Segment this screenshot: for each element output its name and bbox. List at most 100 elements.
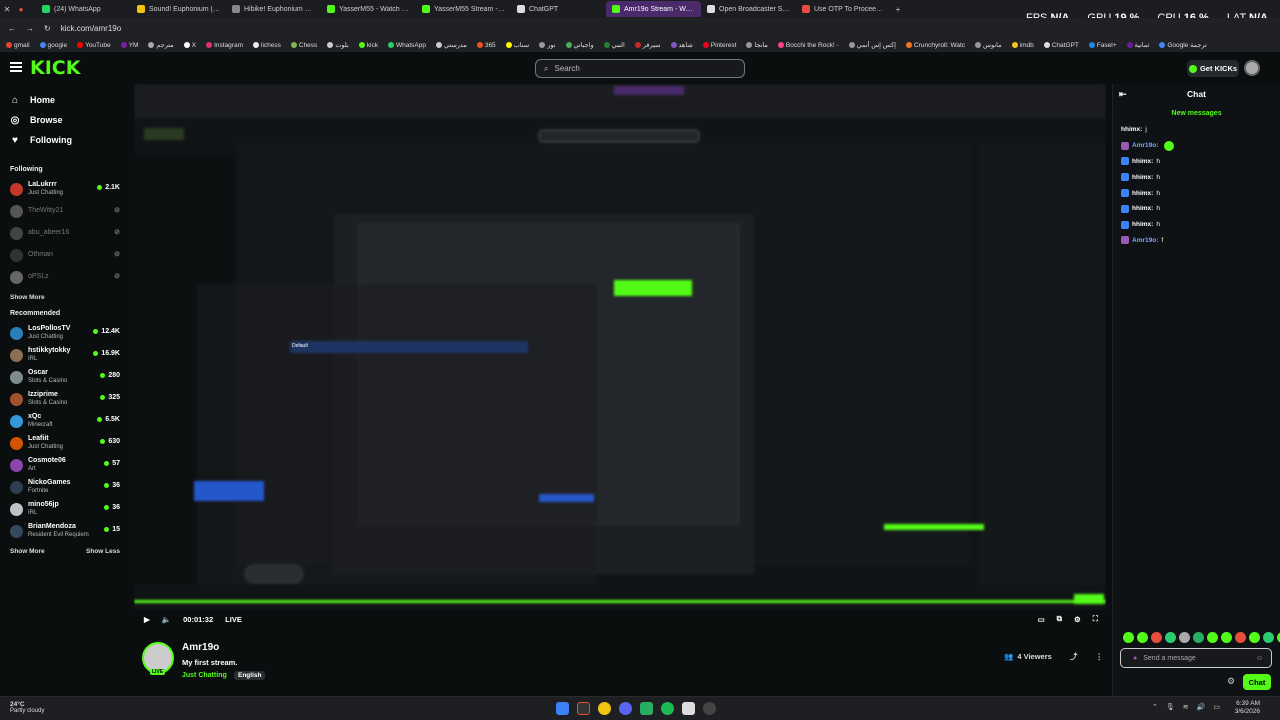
channel-item[interactable]: Oscar Slots & Casino 280 <box>0 366 128 388</box>
collapse-chat-icon[interactable]: ⇤ <box>1119 89 1127 100</box>
browser-tab[interactable]: YasserM55 - Watch the V <box>321 1 416 17</box>
tray-arrow-icon[interactable]: ⌃ <box>1152 703 1158 711</box>
bookmark-item[interactable]: Chess <box>290 42 317 49</box>
emote-icon[interactable] <box>1165 632 1176 643</box>
stream-category[interactable]: Just Chatting <box>182 672 227 679</box>
bookmark-item[interactable]: google <box>39 42 67 49</box>
system-clock[interactable]: 6:39 AM 3/6/2026 <box>1235 700 1260 716</box>
channel-item[interactable]: oPSLz ⊘ <box>0 266 128 288</box>
browser-tab[interactable]: YasserM55 Stream - Watc <box>416 1 511 17</box>
fullscreen-icon[interactable]: ⛶ <box>1093 614 1098 624</box>
sidebar-nav-home[interactable]: ⌂ Home <box>0 90 128 110</box>
mic-tray-icon[interactable]: 🎙 <box>1166 703 1175 711</box>
bookmark-item[interactable]: مانجا <box>746 41 768 49</box>
language-tag[interactable]: English <box>234 671 266 680</box>
channel-item[interactable]: Othman ⊘ <box>0 244 128 266</box>
channel-item[interactable]: hstikkytokky IRL 16.9K <box>0 344 128 366</box>
theater-mode-icon[interactable]: ▭ <box>1038 615 1045 624</box>
user-avatar[interactable] <box>1244 60 1260 76</box>
emote-icon[interactable] <box>1249 632 1260 643</box>
battery-icon[interactable]: ▭ <box>1213 703 1220 711</box>
bookmark-item[interactable]: بلوت <box>327 41 349 49</box>
url-field[interactable]: kick.com/amr19o <box>61 24 121 33</box>
bookmark-item[interactable]: واجباتي <box>565 41 594 49</box>
channel-item[interactable]: TheWitty21 ⊘ <box>0 200 128 222</box>
store-icon[interactable] <box>682 702 695 715</box>
chat-send-button[interactable]: Chat <box>1243 674 1271 690</box>
bookmark-item[interactable]: نور <box>539 41 556 49</box>
chat-username[interactable]: hhimx: <box>1132 221 1153 228</box>
show-more-recommended[interactable]: Show More <box>0 542 45 560</box>
play-icon[interactable]: ▶ <box>144 615 150 624</box>
emote-icon[interactable] <box>1193 632 1204 643</box>
bookmark-item[interactable]: gmail <box>6 42 30 49</box>
share-icon[interactable]: ⤴ <box>1070 651 1078 662</box>
search-input[interactable]: ⌕ Search <box>535 59 745 78</box>
sidebar-nav-browse[interactable]: ◎ Browse <box>0 110 128 130</box>
channel-item[interactable]: NickoGames Fortnite 36 <box>0 476 128 498</box>
new-tab-button[interactable]: + <box>891 0 905 18</box>
emote-icon[interactable] <box>1123 632 1134 643</box>
chat-username[interactable]: hhimx: <box>1132 205 1153 212</box>
reload-icon[interactable]: ↻ <box>44 24 51 33</box>
bookmark-item[interactable]: النبي <box>603 41 625 49</box>
streamer-name[interactable]: Amr19o <box>182 642 219 653</box>
new-messages-banner[interactable]: New messages <box>1113 110 1280 120</box>
browser-tab[interactable]: Amr19o Stream - Watch L <box>606 1 701 17</box>
channel-item[interactable]: Izziprime Slots & Casino 325 <box>0 388 128 410</box>
bookmark-item[interactable]: lichess <box>253 42 281 49</box>
chat-username[interactable]: Amr19o: <box>1132 142 1158 149</box>
bookmark-item[interactable]: سناب <box>505 41 529 49</box>
bookmark-item[interactable]: إكس إس أنمي <box>848 41 896 49</box>
channel-item[interactable]: LaLukrrr Just Chatting 2.1K <box>0 178 128 200</box>
chat-input[interactable]: ● Send a message ☺ <box>1120 648 1272 668</box>
forward-icon[interactable]: → <box>26 24 34 33</box>
emote-icon[interactable] <box>1179 632 1190 643</box>
bookmark-item[interactable]: WhatsApp <box>387 42 426 49</box>
bookmark-item[interactable]: YouTube <box>77 42 111 49</box>
emote-icon[interactable] <box>1235 632 1246 643</box>
bookmark-item[interactable]: شاهد <box>670 41 693 49</box>
wifi-icon[interactable]: ≋ <box>1183 703 1189 711</box>
channel-item[interactable]: mino56jp IRL 36 <box>0 498 128 520</box>
live-indicator[interactable]: LIVE <box>225 615 242 624</box>
bookmark-item[interactable]: مترجم <box>148 41 174 49</box>
bookmark-item[interactable]: imdb <box>1011 42 1034 49</box>
kick-logo[interactable]: KICK <box>30 57 80 79</box>
chat-username[interactable]: hhimx: <box>1132 190 1153 197</box>
chat-username[interactable]: hhimx: <box>1132 174 1153 181</box>
channel-item[interactable]: xQc Minecraft 6.5K <box>0 410 128 432</box>
bookmark-item[interactable]: مدرستي <box>435 41 467 49</box>
spotify-icon[interactable] <box>661 702 674 715</box>
emote-icon[interactable] <box>1221 632 1232 643</box>
channel-item[interactable]: Cosmote06 Art 57 <box>0 454 128 476</box>
bookmark-item[interactable]: مانوس <box>975 41 1002 49</box>
speaker-icon[interactable]: 🔊 <box>1197 703 1206 711</box>
chat-username[interactable]: hhimx: <box>1132 158 1153 165</box>
chat-settings-icon[interactable]: ⚙ <box>1227 676 1235 687</box>
bookmark-item[interactable]: ChatGPT <box>1043 42 1079 49</box>
bookmark-item[interactable]: 365 <box>476 42 496 49</box>
browser-tab[interactable]: ChatGPT <box>511 1 606 17</box>
bookmark-item[interactable]: سيرفر <box>634 41 661 49</box>
pip-icon[interactable]: ⧉ <box>1057 614 1062 624</box>
show-more-following[interactable]: Show More <box>0 288 128 306</box>
bookmark-item[interactable]: ثمانية <box>1126 41 1149 49</box>
browser-tab[interactable]: Use OTP To Proceed - am <box>796 1 891 17</box>
emoji-icon[interactable]: ☺ <box>1256 655 1263 662</box>
bookmark-item[interactable]: YM <box>120 42 138 49</box>
more-options-icon[interactable]: ⋮ <box>1095 652 1103 661</box>
emote-icon[interactable] <box>1207 632 1218 643</box>
bookmark-item[interactable]: X <box>183 42 196 49</box>
channel-item[interactable]: abu_abeer16 ⊘ <box>0 222 128 244</box>
browser-tab[interactable]: Hibike! Euphonium أنمي <box>226 1 321 17</box>
get-kicks-button[interactable]: Get KICKs <box>1187 60 1239 77</box>
browser-tab[interactable]: (24) WhatsApp <box>36 1 131 17</box>
emote-icon[interactable] <box>1151 632 1162 643</box>
bookmark-item[interactable]: Instagram <box>206 42 243 49</box>
weather-widget[interactable]: 24°C Partly cloudy <box>10 701 44 715</box>
bookmark-item[interactable]: Pinterest <box>702 42 736 49</box>
volume-icon[interactable]: 🔈 <box>162 615 171 624</box>
channel-item[interactable]: BrianMendoza Resident Evil Requiem 15 <box>0 520 128 542</box>
bookmark-item[interactable]: Fasel+ <box>1088 42 1117 49</box>
